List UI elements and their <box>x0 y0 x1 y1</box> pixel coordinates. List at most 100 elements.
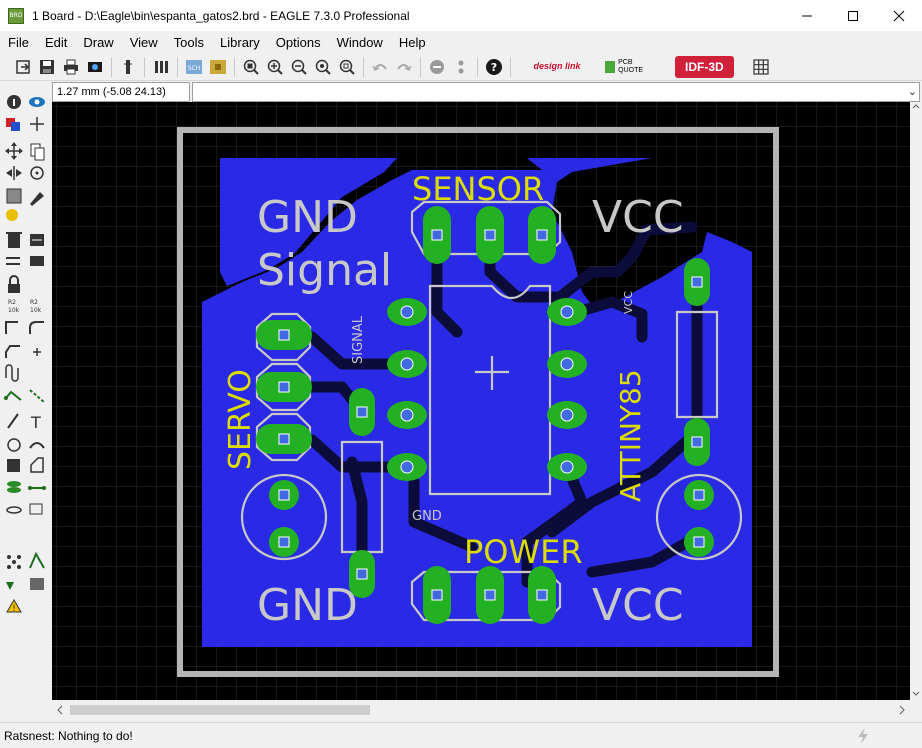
vcc-small-label: VCC <box>622 291 635 314</box>
menu-window[interactable]: Window <box>329 35 391 50</box>
miter-icon[interactable] <box>29 321 44 334</box>
wire-icon[interactable] <box>7 413 19 429</box>
gnd-small-label: GND <box>412 509 442 524</box>
mark-icon[interactable] <box>30 117 44 131</box>
redo-button[interactable] <box>393 56 415 78</box>
horizontal-scrollbar[interactable] <box>52 700 910 720</box>
rect-icon[interactable] <box>7 459 20 472</box>
change-icon[interactable] <box>30 192 44 206</box>
zoom-in-icon <box>267 59 283 75</box>
menu-library[interactable]: Library <box>212 35 268 50</box>
menu-draw[interactable]: Draw <box>75 35 121 50</box>
help-button[interactable]: ? <box>483 56 505 78</box>
svg-text:10k: 10k <box>30 307 42 314</box>
signal-icon[interactable] <box>28 486 46 490</box>
idf-3d-button[interactable]: IDF-3D <box>675 55 734 78</box>
close-button[interactable] <box>876 0 922 31</box>
undo-button[interactable] <box>369 56 391 78</box>
go-button[interactable] <box>450 56 472 78</box>
drill-hole <box>693 489 705 501</box>
minimize-button[interactable] <box>784 0 830 31</box>
optimize-icon[interactable] <box>33 348 41 356</box>
polygon-icon[interactable] <box>30 457 44 473</box>
arc-icon[interactable] <box>29 442 45 449</box>
board-canvas[interactable]: SENSOR POWER GND GND VCC VCC Signal SERV… <box>52 102 910 700</box>
scroll-left-icon[interactable] <box>54 700 66 720</box>
zoom-fit-button[interactable] <box>240 56 262 78</box>
text-icon[interactable]: T <box>30 413 41 432</box>
info-icon[interactable] <box>7 95 21 109</box>
maximize-icon <box>848 10 858 21</box>
design-link-button[interactable]: design link <box>533 56 581 78</box>
switch-to-schematic-button[interactable]: SCH <box>183 56 205 78</box>
print-button[interactable] <box>60 56 82 78</box>
open-button[interactable] <box>12 56 34 78</box>
menu-tools[interactable]: Tools <box>166 35 212 50</box>
save-button[interactable] <box>36 56 58 78</box>
ratsnest-icon[interactable] <box>7 555 21 569</box>
script-button[interactable] <box>117 56 139 78</box>
circle-icon[interactable] <box>7 438 21 452</box>
chevron-down-icon[interactable]: ⌄ <box>908 85 917 98</box>
pcb-layout[interactable]: SENSOR POWER GND GND VCC VCC Signal SERV… <box>52 102 910 700</box>
maximize-button[interactable] <box>830 0 876 31</box>
pinswap-icon[interactable] <box>6 257 20 265</box>
stop-button[interactable] <box>426 56 448 78</box>
grid-button[interactable] <box>750 56 772 78</box>
rotate-icon[interactable] <box>30 166 44 180</box>
display-layers-icon[interactable] <box>6 118 20 131</box>
copy-icon[interactable] <box>30 143 45 161</box>
command-line-input[interactable]: ⌄ <box>192 82 920 102</box>
ripup-icon[interactable] <box>29 389 45 403</box>
drill-hole <box>400 408 414 422</box>
coordinate-bar: 1.27 mm (-5.08 24.13) ⌄ <box>52 82 922 102</box>
drc-icon[interactable] <box>30 578 44 590</box>
board-icon-button[interactable] <box>207 56 229 78</box>
drill-hole <box>693 536 705 548</box>
delete-icon[interactable] <box>6 232 22 248</box>
replace-icon[interactable] <box>30 256 44 266</box>
route-icon[interactable] <box>4 390 22 401</box>
errors-icon[interactable]: ! <box>6 599 22 614</box>
lock-icon[interactable] <box>8 275 20 293</box>
zoom-out-button[interactable] <box>288 56 310 78</box>
redraw-button[interactable] <box>312 56 334 78</box>
drill-hole <box>431 589 443 601</box>
menu-view[interactable]: View <box>122 35 166 50</box>
scroll-right-icon[interactable] <box>896 700 908 720</box>
drill-hole <box>560 460 574 474</box>
vertical-scrollbar[interactable] <box>910 102 922 700</box>
show-icon[interactable] <box>29 97 45 107</box>
grid-icon <box>753 58 769 75</box>
cam-processor-button[interactable] <box>84 56 106 78</box>
mirror-icon[interactable] <box>6 166 22 180</box>
zoom-select-button[interactable] <box>336 56 358 78</box>
drill-hole <box>536 589 548 601</box>
move-icon[interactable] <box>5 142 23 160</box>
menu-options[interactable]: Options <box>268 35 329 50</box>
lightning-icon[interactable] <box>854 727 872 745</box>
hole-icon[interactable] <box>6 506 22 514</box>
paste-icon[interactable] <box>6 209 18 221</box>
drill-hole <box>691 436 703 448</box>
value-icon[interactable]: R210k <box>30 299 42 314</box>
menu-help[interactable]: Help <box>391 35 434 50</box>
erc-icon[interactable] <box>6 582 14 590</box>
add-icon[interactable] <box>30 234 44 246</box>
horizontal-scrollbar-thumb[interactable] <box>70 705 370 715</box>
menu-file[interactable]: File <box>0 35 37 50</box>
name-icon[interactable] <box>5 321 18 334</box>
group-icon[interactable] <box>6 188 22 204</box>
drill-hole <box>356 406 368 418</box>
auto-route-icon[interactable] <box>29 551 45 569</box>
pcb-quote-button[interactable]: PCB QUOTE <box>605 56 653 78</box>
smash-icon[interactable]: R210k <box>8 299 20 314</box>
meander-icon[interactable] <box>5 364 19 382</box>
attribute-icon[interactable] <box>29 503 43 515</box>
drill-hole <box>431 229 443 241</box>
split-icon[interactable] <box>5 345 20 358</box>
layer-settings-button[interactable] <box>150 56 172 78</box>
zoom-in-button[interactable] <box>264 56 286 78</box>
menu-edit[interactable]: Edit <box>37 35 75 50</box>
via-icon[interactable] <box>7 481 21 493</box>
